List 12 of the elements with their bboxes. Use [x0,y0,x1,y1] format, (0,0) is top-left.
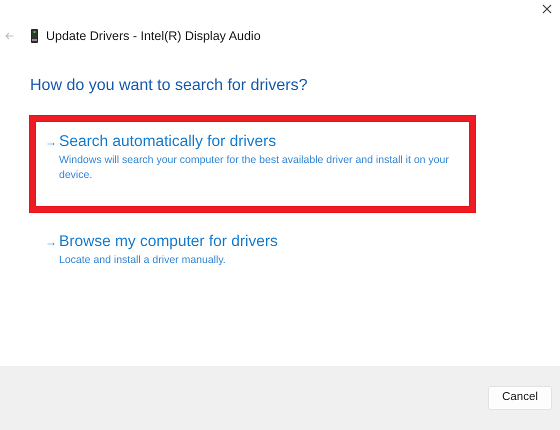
option-description: Windows will search your computer for the best available driver and install it on your device. [59,153,450,183]
close-icon[interactable] [542,4,552,14]
cancel-button[interactable]: Cancel [488,386,552,410]
option-item[interactable]: →Browse my computer for drivers Locate and install a driver manually. [29,221,476,285]
option-link[interactable]: Browse my computer for drivers [59,230,278,254]
heading: How do you want to search for drivers? [30,76,308,96]
device-icon [31,29,38,43]
arrow-icon: → [45,133,59,151]
option-description: Locate and install a driver manually. [59,253,227,268]
option-link[interactable]: Search automatically for drivers [59,130,276,154]
arrow-icon: → [45,233,59,251]
window-title: Update Drivers - Intel(R) Display Audio [46,28,261,45]
